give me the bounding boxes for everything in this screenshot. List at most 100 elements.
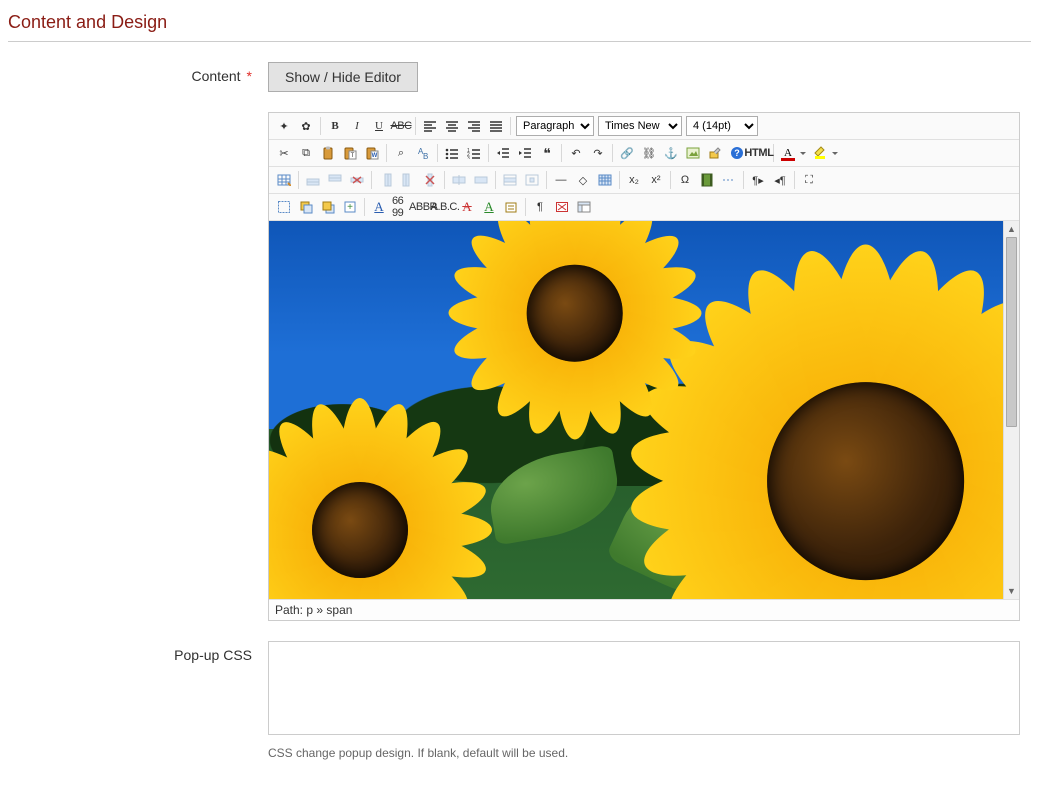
merge-cells-icon[interactable] bbox=[471, 170, 491, 190]
align-center-icon[interactable] bbox=[442, 116, 462, 136]
toolbar-row-4: + A 66 99 ABBR A.B.C. A A ¶ bbox=[269, 194, 1019, 221]
outdent-icon[interactable] bbox=[493, 143, 513, 163]
cell-props-icon[interactable] bbox=[522, 170, 542, 190]
row-props-icon[interactable] bbox=[500, 170, 520, 190]
text-color-dropdown-icon[interactable] bbox=[799, 143, 807, 163]
find-icon[interactable]: ⌕ bbox=[391, 143, 411, 163]
toolbar-row-2: ✂ ⧉ T W ⌕ AB 123 ❝ ↶ ↷ 🔗 ⛓ bbox=[269, 140, 1019, 167]
align-justify-icon[interactable] bbox=[486, 116, 506, 136]
bold-icon[interactable]: B bbox=[325, 116, 345, 136]
popup-css-row: Pop-up CSS CSS change popup design. If b… bbox=[8, 641, 1031, 760]
replace-icon[interactable]: AB bbox=[413, 143, 433, 163]
svg-text:B: B bbox=[423, 152, 428, 160]
svg-text:W: W bbox=[372, 153, 378, 159]
numbered-list-icon[interactable]: 123 bbox=[464, 143, 484, 163]
template-icon[interactable] bbox=[574, 197, 594, 217]
visualchars-icon[interactable]: ¶ bbox=[530, 197, 550, 217]
svg-text:T: T bbox=[351, 153, 355, 159]
content-row: Content* Show / Hide Editor ✦ ✿ B I U AB… bbox=[8, 62, 1031, 621]
split-merged-icon[interactable] bbox=[449, 170, 469, 190]
hr-icon[interactable]: — bbox=[551, 170, 571, 190]
show-invisibles-icon[interactable] bbox=[595, 170, 615, 190]
special-char-icon[interactable]: Ω bbox=[675, 170, 695, 190]
paste-text-icon[interactable]: T bbox=[340, 143, 360, 163]
block-format-select[interactable]: Paragraph bbox=[516, 116, 594, 136]
italic-icon[interactable]: I bbox=[347, 116, 367, 136]
font-family-select[interactable]: Times New R bbox=[598, 116, 682, 136]
anchor-icon[interactable]: ⚓ bbox=[661, 143, 681, 163]
undo-icon[interactable]: ↶ bbox=[566, 143, 586, 163]
fullscreen-icon[interactable]: ⛶ bbox=[799, 170, 819, 190]
editor-path: Path: p » span bbox=[269, 599, 1019, 620]
cut-icon[interactable]: ✂ bbox=[274, 143, 294, 163]
indent-icon[interactable] bbox=[515, 143, 535, 163]
layer-back-icon[interactable] bbox=[296, 197, 316, 217]
table-icon[interactable] bbox=[274, 170, 294, 190]
section-separator bbox=[8, 41, 1031, 42]
scroll-thumb[interactable] bbox=[1006, 237, 1017, 427]
required-asterisk: * bbox=[247, 68, 252, 84]
layer-front-icon[interactable] bbox=[318, 197, 338, 217]
new-layer-icon[interactable]: + bbox=[340, 197, 360, 217]
styleprops-icon[interactable]: A bbox=[369, 197, 389, 217]
cleanup-icon[interactable] bbox=[705, 143, 725, 163]
nbsp-icon[interactable] bbox=[552, 197, 572, 217]
acronym-icon[interactable]: A.B.C. bbox=[435, 197, 455, 217]
font-size-select[interactable]: 4 (14pt) bbox=[686, 116, 758, 136]
editor-canvas[interactable] bbox=[269, 221, 1003, 599]
popup-css-textarea[interactable] bbox=[268, 641, 1020, 735]
pagebreak-icon[interactable] bbox=[719, 170, 739, 190]
bullet-list-icon[interactable] bbox=[442, 143, 462, 163]
copy-icon[interactable]: ⧉ bbox=[296, 143, 316, 163]
svg-text:?: ? bbox=[734, 148, 740, 158]
toolbar-row-1: ✦ ✿ B I U ABC Paragraph Times New R 4 (1… bbox=[269, 113, 1019, 140]
strikethrough-icon[interactable]: ABC bbox=[391, 116, 411, 136]
row-before-icon[interactable] bbox=[303, 170, 323, 190]
paste-word-icon[interactable]: W bbox=[362, 143, 382, 163]
row-after-icon[interactable] bbox=[325, 170, 345, 190]
toggle-editor-button[interactable]: Show / Hide Editor bbox=[268, 62, 418, 92]
text-color-icon[interactable]: A bbox=[778, 143, 798, 163]
subscript-icon[interactable]: x₂ bbox=[624, 170, 644, 190]
col-before-icon[interactable] bbox=[376, 170, 396, 190]
rtl-icon[interactable]: ◂¶ bbox=[770, 170, 790, 190]
section-title: Content and Design bbox=[8, 8, 1031, 41]
cite-icon[interactable]: 66 99 bbox=[391, 197, 411, 217]
underline-icon[interactable]: U bbox=[369, 116, 389, 136]
svg-text:3: 3 bbox=[467, 156, 470, 159]
sunflower-image bbox=[651, 266, 1003, 599]
align-right-icon[interactable] bbox=[464, 116, 484, 136]
highlight-color-dropdown-icon[interactable] bbox=[831, 143, 839, 163]
popup-css-hint: CSS change popup design. If blank, defau… bbox=[268, 746, 1031, 760]
scroll-up-icon[interactable]: ▲ bbox=[1004, 221, 1019, 237]
toolbar-row-3: — ◇ x₂ x² Ω ¶▸ ◂¶ ⛶ bbox=[269, 167, 1019, 194]
blockquote-icon[interactable]: ❝ bbox=[537, 143, 557, 163]
align-left-icon[interactable] bbox=[420, 116, 440, 136]
redo-icon[interactable]: ↷ bbox=[588, 143, 608, 163]
media-icon[interactable] bbox=[697, 170, 717, 190]
link-icon[interactable]: 🔗 bbox=[617, 143, 637, 163]
image-icon[interactable] bbox=[683, 143, 703, 163]
editor-scrollbar[interactable]: ▲ ▼ bbox=[1003, 221, 1019, 599]
ltr-icon[interactable]: ¶▸ bbox=[748, 170, 768, 190]
ins-icon[interactable]: A bbox=[479, 197, 499, 217]
wysiwyg-editor: ✦ ✿ B I U ABC Paragraph Times New R 4 (1… bbox=[268, 112, 1020, 621]
delete-col-icon[interactable] bbox=[420, 170, 440, 190]
scroll-down-icon[interactable]: ▼ bbox=[1004, 583, 1019, 599]
col-after-icon[interactable] bbox=[398, 170, 418, 190]
highlight-color-icon[interactable] bbox=[810, 143, 830, 163]
remove-format-icon[interactable]: ◇ bbox=[573, 170, 593, 190]
paste-icon[interactable] bbox=[318, 143, 338, 163]
unlink-icon[interactable]: ⛓ bbox=[639, 143, 659, 163]
delete-row-icon[interactable] bbox=[347, 170, 367, 190]
popup-css-label: Pop-up CSS bbox=[8, 641, 268, 760]
edit-html-icon[interactable]: HTML bbox=[749, 143, 769, 163]
select-all-icon[interactable] bbox=[274, 197, 294, 217]
attribs-icon[interactable] bbox=[501, 197, 521, 217]
superscript-icon[interactable]: x² bbox=[646, 170, 666, 190]
magento-widget-icon[interactable]: ✦ bbox=[274, 116, 294, 136]
del-icon[interactable]: A bbox=[457, 197, 477, 217]
content-label: Content* bbox=[8, 62, 268, 621]
magento-variable-icon[interactable]: ✿ bbox=[296, 116, 316, 136]
svg-text:+: + bbox=[347, 202, 353, 213]
